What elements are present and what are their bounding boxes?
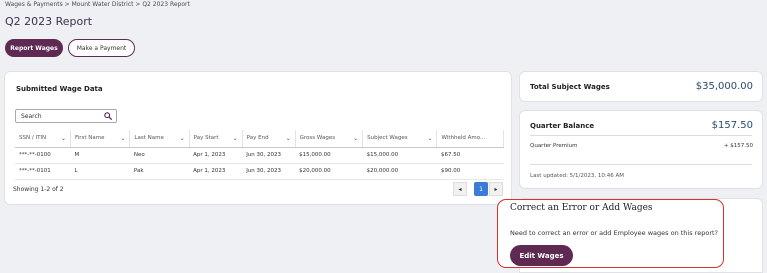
quarter-balance-card: Quarter Balance $157.50 Quarter Premium … [519,110,763,189]
table-cell: Neo [130,147,189,163]
page-1-button[interactable]: 1 [474,182,488,196]
column-header-label: Gross Wages [300,135,335,141]
wage-data-title: Submitted Wage Data [16,85,103,93]
table-body: ***-**-0100MNeoApr 1, 2023Jun 30, 2023$1… [15,147,504,179]
wage-data-card: Submitted Wage Data SSN / ITIN⌄First Nam… [4,71,512,205]
report-wages-button[interactable]: Report Wages [5,39,63,57]
quarter-premium-value: + $157.50 [724,143,753,149]
quarter-premium-label: Quarter Premium [530,143,577,149]
correction-description: Need to correct an error or add Employee… [510,229,718,237]
table-cell: $90.00 [437,163,504,179]
column-header-label: Pay End [247,135,269,141]
column-header[interactable]: First Name ⌄ [70,130,129,147]
table-cell: $20,000.00 [363,163,437,179]
chevron-down-icon[interactable]: ⌄ [286,135,291,142]
table-row[interactable]: ***-**-0101LPakApr 1, 2023Jun 30, 2023$2… [15,163,504,179]
table-cell: ***-**-0101 [15,163,70,179]
chevron-down-icon[interactable]: ⌄ [120,135,125,142]
edit-wages-button[interactable]: Edit Wages [510,245,573,266]
divider [530,135,752,136]
column-header-label: Subject Wages [367,135,408,141]
table-cell: $15,000.00 [363,147,437,163]
column-header-label: Last Name [134,135,163,141]
wage-table: SSN / ITIN⌄First Name⌄Last Name⌄Pay Star… [15,130,504,180]
table-cell: Apr 1, 2023 [189,163,242,179]
table-cell: L [70,163,129,179]
table-cell: M [70,147,129,163]
last-updated-text: Last updated: 5/1/2023, 10:46 AM [530,173,624,179]
showing-count: Showing 1-2 of 2 [13,186,64,193]
table-cell: $20,000.00 [295,163,362,179]
column-header[interactable]: Pay Start ⌄ [189,130,242,147]
column-header[interactable]: Subject Wages ⌄ [363,130,437,147]
chevron-down-icon[interactable]: ⌄ [233,135,238,142]
correction-title: Correct an Error or Add Wages [510,203,653,213]
total-subject-wages-label: Total Subject Wages [530,83,610,91]
chevron-down-icon[interactable]: ⌄ [61,135,66,142]
table-cell: $15,000.00 [295,147,362,163]
column-header[interactable]: Last Name ⌄ [130,130,189,147]
table-row[interactable]: ***-**-0100MNeoApr 1, 2023Jun 30, 2023$1… [15,147,504,163]
column-header-label: SSN / ITIN [19,135,46,141]
make-payment-button[interactable]: Make a Payment [68,39,135,57]
column-header-label: Pay Start [194,135,219,141]
table-cell: Jun 30, 2023 [242,163,295,179]
column-header[interactable]: Gross Wages ⌄ [295,130,362,147]
breadcrumb[interactable]: Wages & Payments > Mount Water District … [5,1,190,8]
total-subject-wages-card: Total Subject Wages $35,000.00 [519,71,763,102]
correction-panel: Correct an Error or Add Wages Need to co… [497,199,724,268]
table-cell: $67.50 [437,147,504,163]
column-header[interactable]: SSN / ITIN ⌄ [15,130,70,147]
chevron-down-icon[interactable]: ⌄ [180,135,185,142]
table-header-row: SSN / ITIN⌄First Name⌄Last Name⌄Pay Star… [15,130,504,147]
next-page-button[interactable]: ▸ [489,182,503,196]
column-header[interactable]: Withheld Amo... [437,130,504,147]
table-cell: Pak [130,163,189,179]
column-header-label: Withheld Amo... [441,135,485,141]
search-input[interactable] [15,109,117,123]
prev-page-button[interactable]: ◂ [453,182,467,196]
total-subject-wages-value: $35,000.00 [696,81,753,92]
chevron-down-icon[interactable]: ⌄ [427,135,432,142]
page-title: Q2 2023 Report [5,15,92,28]
table-cell: ***-**-0100 [15,147,70,163]
table-cell: Apr 1, 2023 [189,147,242,163]
divider [530,164,752,165]
quarter-balance-value: $157.50 [712,120,753,131]
column-header[interactable]: Pay End ⌄ [242,130,295,147]
table-cell: Jun 30, 2023 [242,147,295,163]
quarter-balance-label: Quarter Balance [530,122,594,130]
column-header-label: First Name [75,135,105,141]
chevron-down-icon[interactable]: ⌄ [353,135,358,142]
search-icon[interactable] [104,112,112,120]
